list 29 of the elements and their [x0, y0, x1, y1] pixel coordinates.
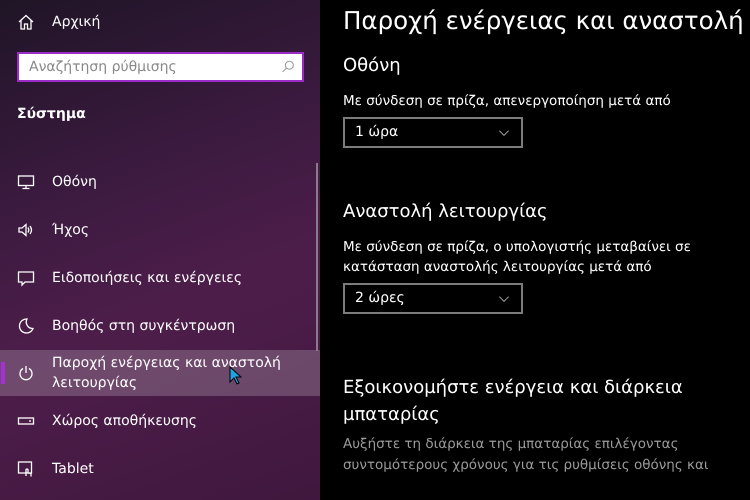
search-icon [280, 59, 296, 75]
display-icon [17, 173, 35, 191]
section-heading: Εξοικονομήστε ενέργεια και διάρκεια μπαταρίας [343, 376, 684, 427]
home-link[interactable]: Αρχική [52, 12, 100, 32]
nav-item[interactable]: Βοηθός στη συγκέντρωση [0, 302, 320, 350]
dropdown[interactable]: 2 ώρες [343, 283, 523, 314]
search-field[interactable]: Αναζήτηση ρύθμισης [17, 52, 304, 82]
speaker-icon [17, 221, 35, 239]
description-text: Αυξήστε τη διάρκεια της μπαταρίας επιλέγοντας συντομότερους χρόνους για τις ρυθμίσεις οθόνης και [343, 435, 710, 475]
home-icon [17, 13, 35, 31]
setting-label: Με σύνδεση σε πρίζα, απενεργοποίηση μετά από [343, 92, 672, 111]
nav-item[interactable]: Ήχος [0, 206, 320, 254]
nav-item[interactable]: Ειδοποιήσεις και ενέργειες [0, 254, 320, 302]
section-heading: Οθόνη [343, 54, 402, 78]
nav-item[interactable]: Tablet [0, 445, 320, 493]
message-icon [17, 269, 35, 287]
scrollbar[interactable] [316, 163, 318, 351]
nav-item[interactable]: Χώρος αποθήκευσης [0, 397, 320, 445]
nav-item[interactable]: Οθόνη [0, 158, 320, 206]
dropdown[interactable]: 1 ώρα [343, 117, 523, 148]
page-title: Παροχή ενέργειας και αναστολή [343, 5, 745, 37]
section-heading: Αναστολή λειτουργίας [343, 200, 549, 224]
power-icon [17, 364, 35, 382]
tablet-icon [17, 460, 35, 478]
setting-label: Με σύνδεση σε πρίζα, ο υπολογιστής μεταβαίνει σε κατάσταση αναστολής λειτουργίας μετά από [343, 238, 692, 277]
nav-item[interactable]: Παροχή ενέργειας και αναστολή λειτουργίας [0, 350, 320, 396]
section-heading: Σύστημα [16, 105, 87, 124]
moon-icon [17, 317, 35, 335]
selection-indicator [1, 362, 5, 384]
